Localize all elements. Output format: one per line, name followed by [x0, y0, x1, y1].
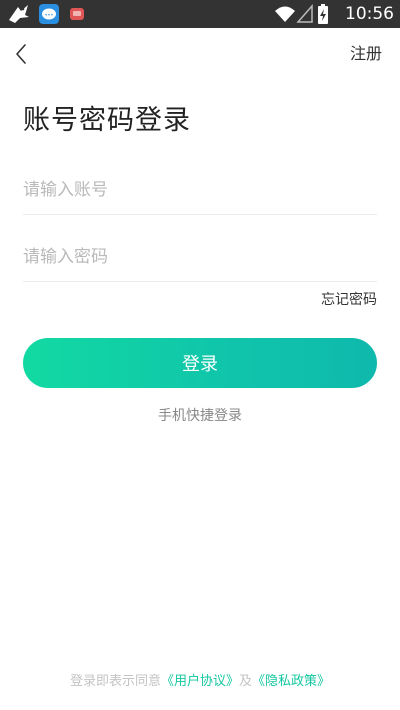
- privacy-policy-link[interactable]: 《隐私政策》: [252, 674, 330, 689]
- phone-quick-login-link[interactable]: 手机快捷登录: [158, 408, 242, 424]
- user-agreement-link[interactable]: 《用户协议》: [161, 674, 239, 689]
- password-input[interactable]: [23, 233, 377, 281]
- forgot-password-link[interactable]: 忘记密码: [321, 290, 377, 310]
- svg-text:•••: •••: [45, 13, 54, 19]
- password-field-container: [23, 233, 377, 282]
- bird-app-icon: [6, 3, 32, 29]
- red-app-icon: [68, 3, 86, 29]
- account-field-container: [23, 166, 377, 215]
- agreement-prefix: 登录即表示同意: [69, 674, 161, 689]
- agreement-conjunction: 及: [239, 674, 253, 689]
- quick-login-row: 手机快捷登录: [0, 406, 400, 426]
- login-screen: ••• 10:56 注册 账号密码登录 请输入账号 忘记密码 登录 手机快捷登录…: [0, 0, 400, 710]
- register-link[interactable]: 注册: [350, 42, 382, 66]
- status-time: 10:56: [345, 4, 394, 24]
- login-button[interactable]: 登录: [23, 338, 377, 388]
- back-button[interactable]: [10, 42, 34, 66]
- signal-icon: [296, 3, 314, 29]
- status-bar: ••• 10:56: [0, 0, 400, 28]
- page-title: 账号密码登录: [23, 105, 191, 136]
- account-input[interactable]: [23, 166, 377, 214]
- chat-app-icon: •••: [38, 3, 60, 29]
- status-bar-system: 10:56: [274, 3, 394, 25]
- battery-charging-icon: [317, 3, 329, 29]
- chevron-left-icon: [16, 44, 26, 64]
- wifi-icon: [274, 3, 296, 29]
- agreement-text: 登录即表示同意《用户协议》及《隐私政策》: [0, 672, 400, 692]
